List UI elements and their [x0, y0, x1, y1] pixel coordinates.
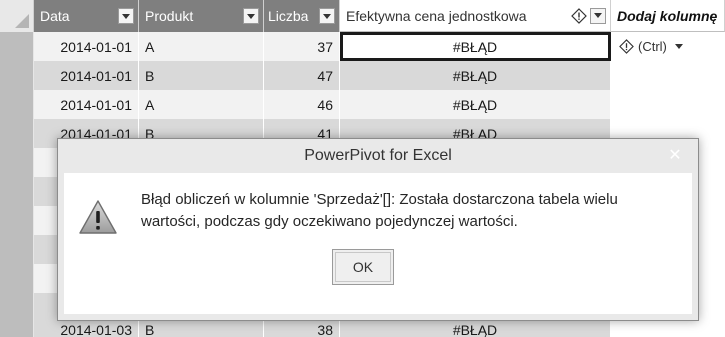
- row-selector[interactable]: [0, 264, 34, 293]
- cell-add-column[interactable]: [611, 61, 725, 90]
- cell-qty[interactable]: 38: [264, 322, 340, 337]
- chevron-down-icon[interactable]: [243, 8, 259, 24]
- cell-effective-price[interactable]: #BŁĄD: [340, 90, 611, 119]
- cell-qty[interactable]: 47: [264, 61, 340, 90]
- table-row: 2014-01-03 B 38 #BŁĄD: [0, 322, 725, 337]
- diamond-warning-icon: [619, 39, 634, 54]
- row-selector[interactable]: [0, 32, 34, 61]
- ok-button-label: OK: [335, 252, 391, 282]
- cell-date[interactable]: 2014-01-01: [34, 32, 139, 61]
- warning-triangle-icon: [78, 199, 118, 235]
- cell-product[interactable]: B: [139, 322, 264, 337]
- column-header-row: Data Produkt Liczba Efektywna cena jedno…: [0, 0, 725, 32]
- cell-effective-price[interactable]: #BŁĄD: [340, 61, 611, 90]
- dialog-titlebar[interactable]: PowerPivot for Excel ✕: [58, 139, 698, 173]
- chevron-down-icon: [674, 44, 683, 49]
- select-all-corner[interactable]: [0, 0, 34, 32]
- column-header-effective-price-label: Efektywna cena jednostkowa: [346, 7, 527, 24]
- cell-product[interactable]: A: [139, 32, 264, 61]
- column-header-product[interactable]: Produkt: [139, 0, 264, 32]
- row-selector[interactable]: [0, 148, 34, 177]
- dialog-title: PowerPivot for Excel: [304, 147, 452, 164]
- column-header-qty-label: Liczba: [268, 8, 309, 24]
- cell-date[interactable]: 2014-01-01: [34, 90, 139, 119]
- column-header-effective-price[interactable]: Efektywna cena jednostkowa: [340, 0, 611, 32]
- row-selector[interactable]: [0, 322, 34, 337]
- add-column-header[interactable]: Dodaj kolumnę: [611, 0, 725, 32]
- table-row: 2014-01-01 B 47 #BŁĄD: [0, 61, 725, 90]
- column-header-qty[interactable]: Liczba: [264, 0, 340, 32]
- diamond-warning-icon[interactable]: [571, 7, 587, 24]
- cell-effective-price[interactable]: #BŁĄD: [340, 322, 611, 337]
- cell-qty[interactable]: 46: [264, 90, 340, 119]
- close-button[interactable]: ✕: [658, 143, 692, 167]
- column-header-date[interactable]: Data: [34, 0, 139, 32]
- cell-add-column[interactable]: [611, 322, 725, 337]
- cell-effective-price-selected[interactable]: #BŁĄD: [340, 32, 611, 61]
- corner-triangle-icon: [15, 14, 29, 28]
- table-row: 2014-01-01 A 46 #BŁĄD: [0, 90, 725, 119]
- table-row: 2014-01-01 A 37 #BŁĄD (Ctrl): [0, 32, 725, 61]
- row-selector[interactable]: [0, 206, 34, 235]
- row-selector[interactable]: [0, 235, 34, 264]
- cell-qty[interactable]: 37: [264, 32, 340, 61]
- row-selector[interactable]: [0, 293, 34, 322]
- row-selector[interactable]: [0, 177, 34, 206]
- error-dialog: PowerPivot for Excel ✕ Błąd obliczeń w k…: [57, 138, 699, 321]
- cell-product[interactable]: A: [139, 90, 264, 119]
- cell-date[interactable]: 2014-01-03: [34, 322, 139, 337]
- row-selector[interactable]: [0, 119, 34, 148]
- cell-add-column[interactable]: [611, 90, 725, 119]
- ok-button[interactable]: OK: [332, 249, 394, 285]
- dialog-message: Błąd obliczeń w kolumnie 'Sprzedaż'[]: Z…: [141, 191, 618, 230]
- cell-date[interactable]: 2014-01-01: [34, 61, 139, 90]
- cell-product[interactable]: B: [139, 61, 264, 90]
- paste-options-label: (Ctrl): [638, 39, 667, 54]
- paste-options-button[interactable]: (Ctrl): [611, 32, 725, 61]
- column-header-product-label: Produkt: [145, 8, 194, 24]
- column-header-date-label: Data: [40, 8, 70, 24]
- row-selector[interactable]: [0, 90, 34, 119]
- chevron-down-icon[interactable]: [590, 7, 606, 24]
- chevron-down-icon[interactable]: [319, 8, 335, 24]
- chevron-down-icon[interactable]: [118, 8, 134, 24]
- row-selector[interactable]: [0, 61, 34, 90]
- close-icon: ✕: [668, 147, 682, 164]
- dialog-body: Błąd obliczeń w kolumnie 'Sprzedaż'[]: Z…: [58, 173, 698, 320]
